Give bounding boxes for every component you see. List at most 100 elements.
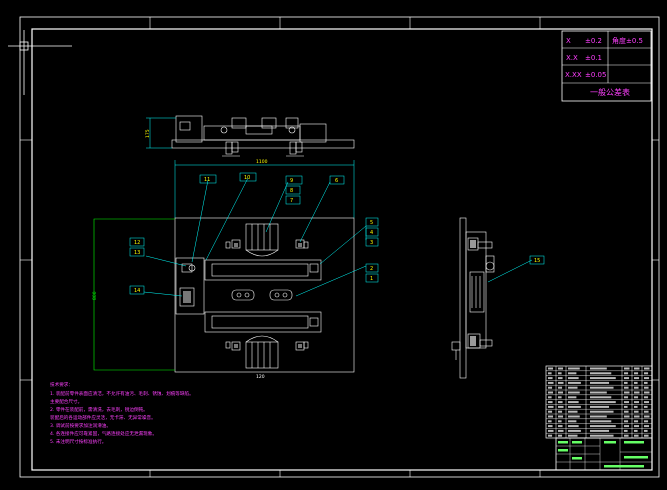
parts-list-text-mark bbox=[590, 410, 614, 413]
note-3: 2. 零件在装配前，需清洗，去毛刺，锐边倒钝。 bbox=[50, 406, 148, 413]
parts-list-text-mark bbox=[624, 429, 628, 432]
parts-list-text-mark bbox=[634, 405, 638, 408]
parts-list-text-mark bbox=[548, 401, 553, 404]
tol-row2-col1: X.X bbox=[566, 54, 578, 62]
parts-list-text-mark bbox=[624, 405, 628, 408]
parts-list-text-mark bbox=[558, 377, 563, 380]
balloon-1: 1 bbox=[370, 276, 373, 282]
parts-list-text-mark bbox=[624, 420, 629, 423]
parts-list-text-mark bbox=[548, 391, 554, 394]
parts-list-text-mark bbox=[634, 425, 640, 428]
parts-list-text-mark bbox=[634, 410, 639, 413]
parts-list-text-mark bbox=[590, 425, 616, 428]
tol-row2-col2: ±0.1 bbox=[585, 54, 602, 62]
parts-list-text-mark bbox=[568, 425, 579, 428]
parts-list-text-mark bbox=[644, 410, 649, 413]
parts-list-text-mark bbox=[558, 381, 564, 384]
parts-list-text-mark bbox=[590, 367, 607, 370]
parts-list-text-mark bbox=[634, 396, 639, 399]
parts-list-text-mark bbox=[568, 434, 578, 437]
parts-list-text-mark bbox=[634, 420, 639, 423]
parts-list-text-mark bbox=[624, 434, 629, 437]
technical-notes: 技术要求： 1. 装配前零件表面应清洁，不允许有油污、毛刺、锈蚀、划痕等缺陷。 … bbox=[50, 381, 194, 445]
parts-list-text-mark bbox=[558, 405, 564, 408]
balloon-3: 3 bbox=[370, 240, 373, 246]
parts-list-text-mark bbox=[558, 401, 563, 404]
parts-list-text-mark bbox=[568, 372, 577, 375]
parts-list-text-mark bbox=[548, 415, 554, 418]
parts-list-text-mark bbox=[568, 405, 581, 408]
balloon-8: 8 bbox=[290, 188, 293, 194]
parts-list-text-mark bbox=[634, 372, 639, 375]
front-view bbox=[174, 217, 355, 373]
tol-row1-col2: ±0.2 bbox=[585, 37, 602, 45]
parts-list-text-mark bbox=[624, 425, 630, 428]
tol-row3-col1: X.XX bbox=[565, 71, 582, 79]
parts-list-text-mark bbox=[590, 391, 607, 394]
parts-list-text-mark bbox=[568, 391, 580, 394]
parts-list-text-mark bbox=[624, 367, 630, 370]
balloon-9: 9 bbox=[290, 178, 293, 184]
ucs-crosshair-icon bbox=[8, 30, 72, 95]
parts-list-text-mark bbox=[634, 401, 640, 404]
note-6: 4. 各连接件应可靠紧固，气路连接处应无泄漏现象。 bbox=[50, 430, 157, 437]
parts-list-text-mark bbox=[590, 420, 612, 423]
parts-list-text-mark bbox=[644, 396, 649, 399]
balloon-10: 10 bbox=[244, 175, 250, 181]
note-1: 1. 装配前零件表面应清洁，不允许有油污、毛刺、锈蚀、划痕等缺陷。 bbox=[50, 390, 194, 397]
balloon-4: 4 bbox=[370, 230, 373, 236]
parts-list-text-mark bbox=[634, 434, 639, 437]
parts-list-text-mark bbox=[644, 415, 650, 418]
note-7: 5. 未注明尺寸按标准执行。 bbox=[50, 438, 106, 445]
title-block bbox=[555, 437, 653, 471]
parts-list-text-mark bbox=[558, 410, 563, 413]
parts-list-text-mark bbox=[624, 410, 629, 413]
balloon-5: 5 bbox=[370, 220, 373, 226]
parts-list-text-mark bbox=[634, 377, 640, 380]
parts-list-text-mark bbox=[624, 396, 629, 399]
parts-list-text-mark bbox=[558, 367, 564, 370]
parts-list-text-mark bbox=[644, 420, 649, 423]
title-block-text-mark bbox=[558, 449, 568, 452]
parts-list-text-mark bbox=[590, 429, 610, 432]
parts-list-text-mark bbox=[568, 367, 580, 370]
tol-row1-col3: 角度±0.5 bbox=[612, 36, 643, 45]
parts-list-table bbox=[545, 365, 653, 439]
parts-list-text-mark bbox=[548, 420, 552, 423]
parts-list-text-mark bbox=[558, 420, 562, 423]
title-block-text-mark bbox=[624, 456, 648, 459]
parts-list-text-mark bbox=[644, 434, 649, 437]
parts-list-text-mark bbox=[634, 381, 638, 384]
note-2: 主要配合尺寸。 bbox=[50, 398, 82, 405]
tol-row3-col2: ±0.05 bbox=[585, 71, 606, 79]
parts-list-text-mark bbox=[548, 377, 553, 380]
top-view bbox=[171, 115, 355, 157]
dim-top-width-label: 1100 bbox=[256, 159, 268, 165]
parts-list-text-mark bbox=[590, 372, 612, 375]
parts-list-text-mark bbox=[548, 381, 554, 384]
parts-list-text-mark bbox=[590, 396, 612, 399]
parts-list-text-mark bbox=[624, 401, 630, 404]
note-5: 3. 调试前按要求加注润滑油。 bbox=[50, 422, 111, 429]
side-view-details bbox=[470, 240, 476, 346]
parts-list-text-mark bbox=[634, 415, 640, 418]
parts-list-text-mark bbox=[558, 429, 564, 432]
part-balloons: 11 10 9 8 7 6 5 4 3 2 1 12 13 14 15 bbox=[129, 172, 545, 295]
balloon-7: 7 bbox=[290, 198, 293, 204]
title-block-text-mark bbox=[572, 457, 582, 460]
parts-list-text-mark bbox=[548, 410, 553, 413]
note-0: 技术要求： bbox=[50, 381, 73, 388]
parts-list-text-mark bbox=[644, 425, 650, 428]
parts-list-text-mark bbox=[590, 401, 616, 404]
parts-list-text-mark bbox=[548, 372, 552, 375]
parts-list-text-mark bbox=[644, 401, 650, 404]
parts-list-text-mark bbox=[558, 391, 564, 394]
parts-list-text-mark bbox=[568, 381, 581, 384]
title-block-text-mark bbox=[624, 441, 644, 444]
parts-list-text-mark bbox=[558, 372, 562, 375]
parts-list-text-mark bbox=[558, 434, 563, 437]
tolerance-table: X ±0.2 角度±0.5 X.X ±0.1 X.XX ±0.05 一般公差表 bbox=[561, 30, 652, 102]
parts-list-text-mark bbox=[590, 377, 616, 380]
balloon-11: 11 bbox=[204, 177, 210, 183]
parts-list-text-mark bbox=[558, 415, 564, 418]
